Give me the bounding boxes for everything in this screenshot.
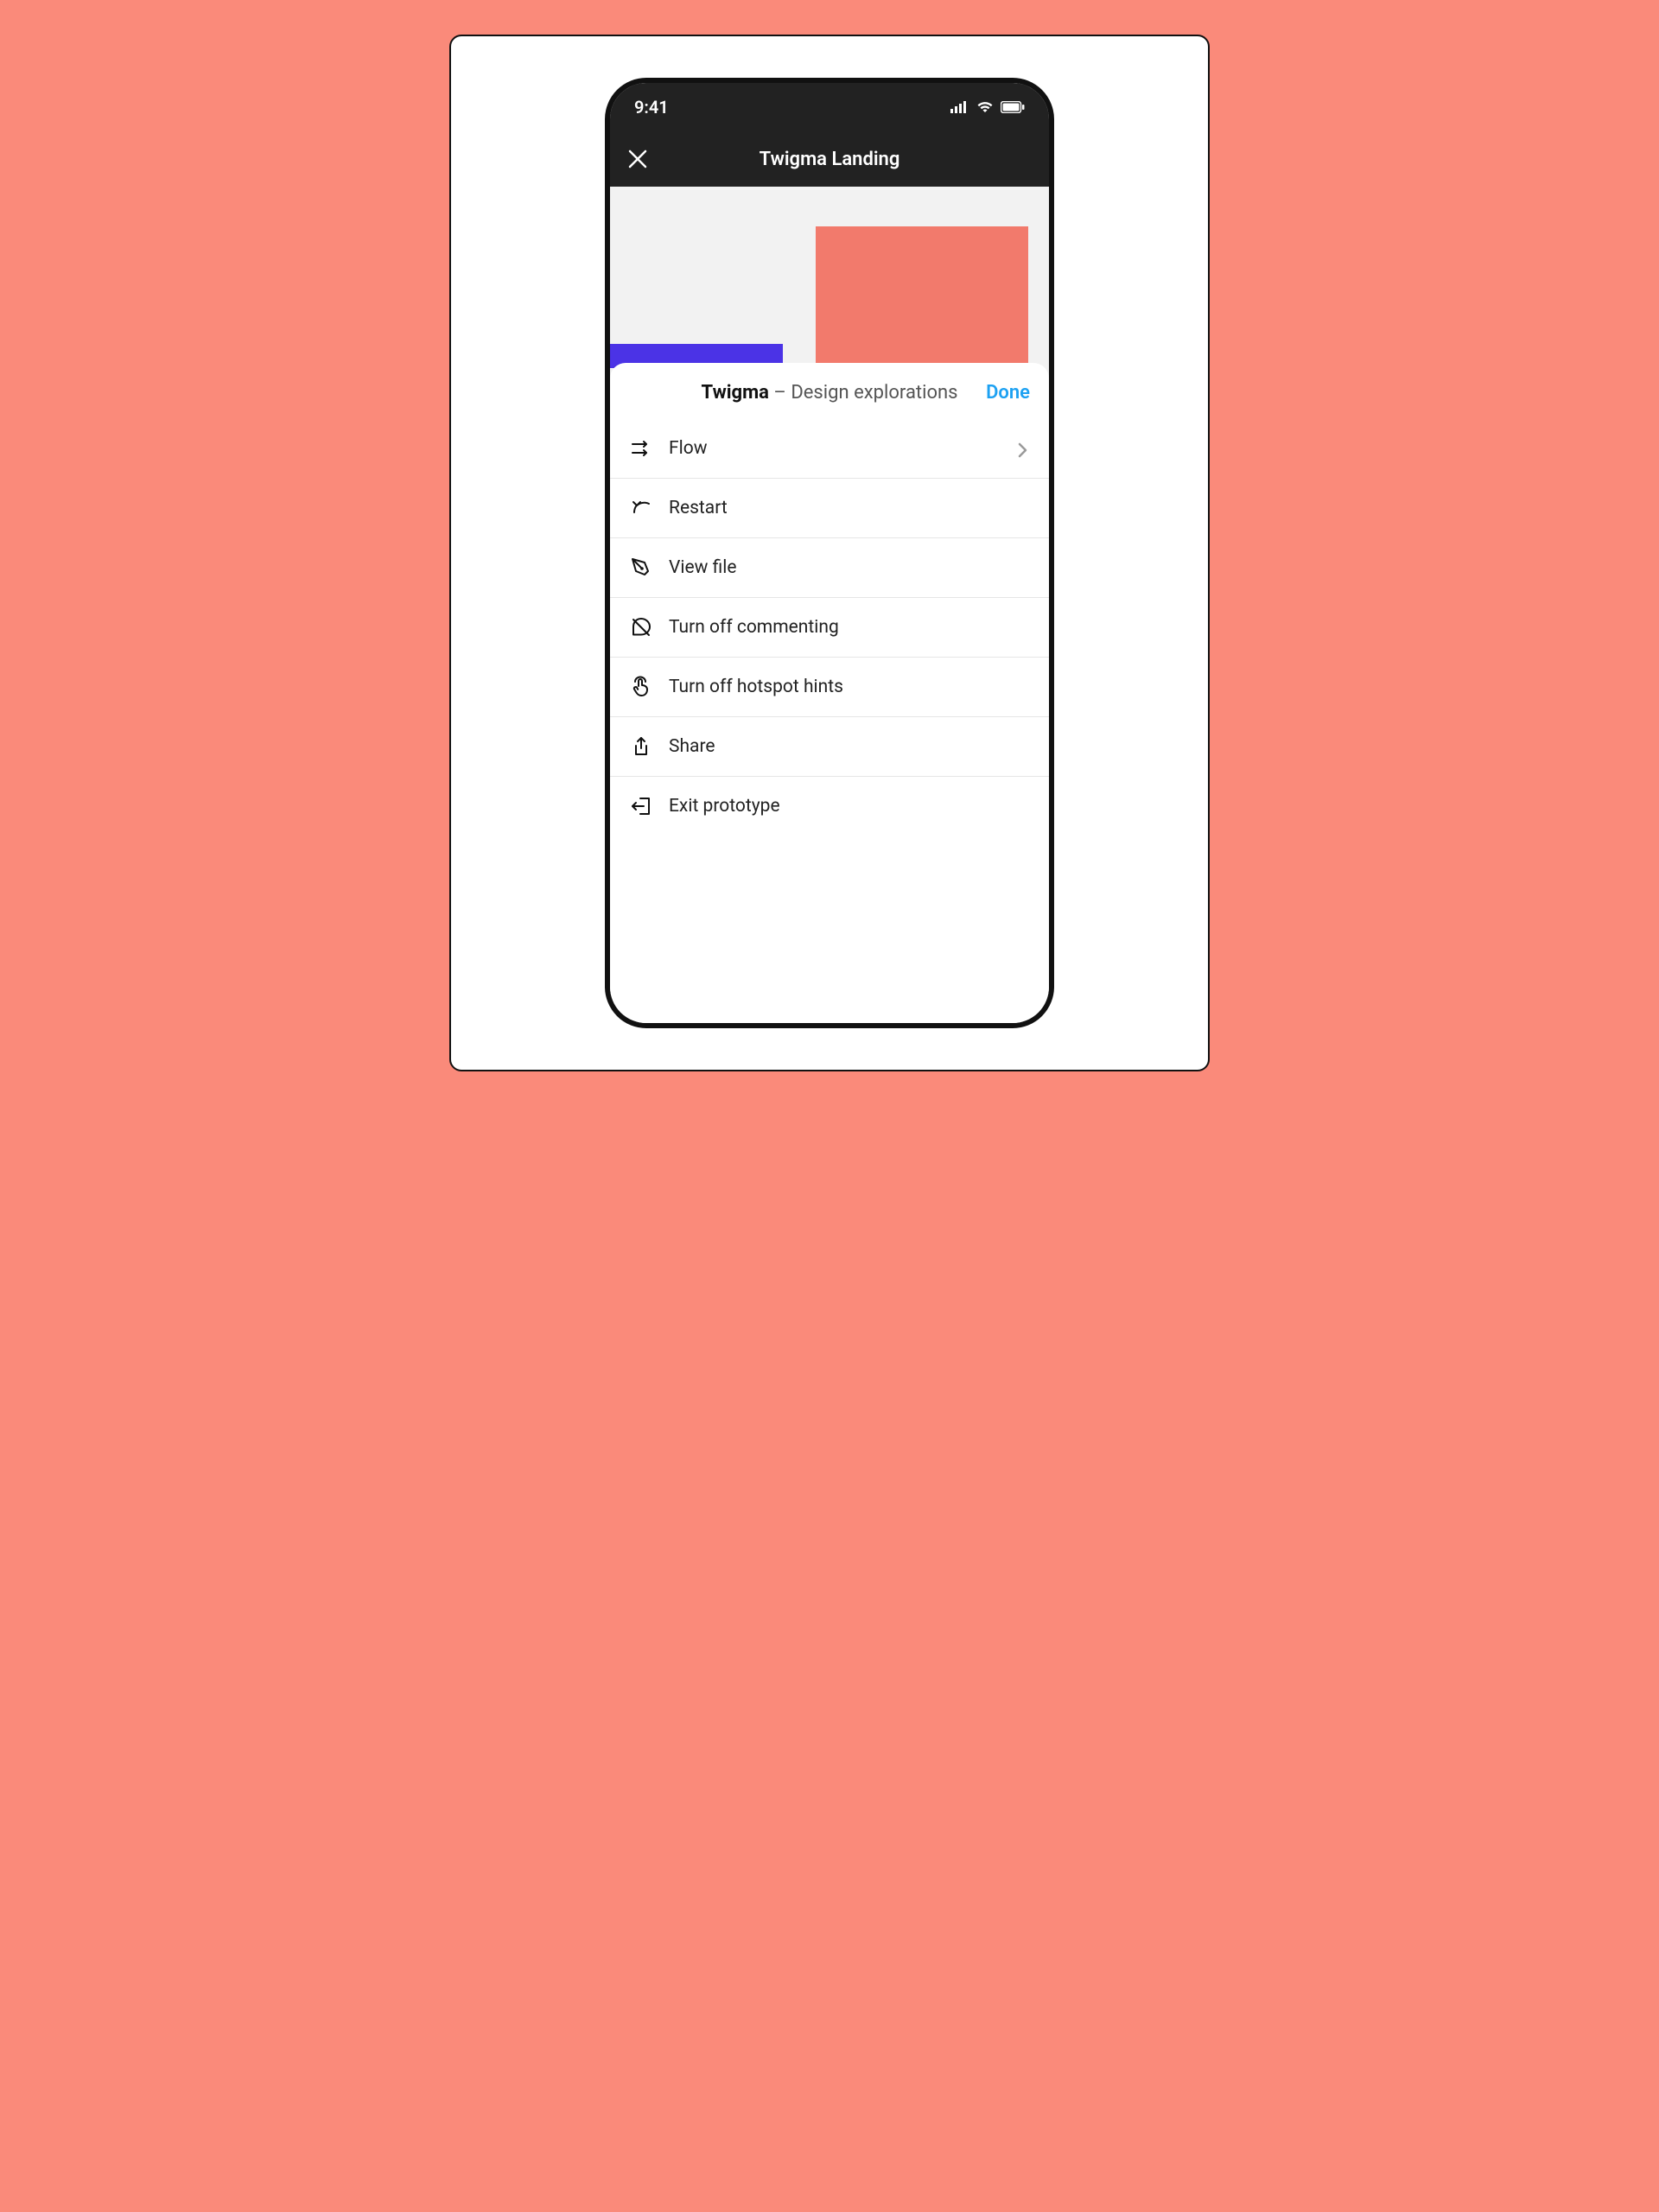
- chevron-right-icon: [1018, 442, 1030, 454]
- menu-item-hotspot[interactable]: Turn off hotspot hints: [610, 658, 1049, 717]
- menu-label: Flow: [669, 438, 1002, 459]
- page-title: Twigma Landing: [610, 149, 1049, 170]
- outer-frame: 9:41: [449, 35, 1210, 1071]
- sheet-title-name: Twigma: [701, 382, 768, 404]
- sheet-title-rest: – Design explorations: [769, 382, 958, 404]
- status-indicators: [950, 101, 1025, 113]
- nav-bar: Twigma Landing: [610, 131, 1049, 187]
- menu-label: Turn off hotspot hints: [669, 677, 1030, 697]
- sheet-title: Twigma – Design explorations: [701, 382, 957, 404]
- menu-label: Share: [669, 736, 1030, 757]
- status-bar: 9:41: [610, 83, 1049, 131]
- battery-icon: [1001, 101, 1025, 113]
- close-button[interactable]: [626, 147, 650, 171]
- hotspot-icon: [629, 675, 653, 699]
- options-sheet: Twigma – Design explorations Done Flow: [610, 363, 1049, 1023]
- menu-label: View file: [669, 557, 1030, 578]
- close-icon: [628, 149, 647, 168]
- exit-icon: [629, 794, 653, 818]
- menu-item-flow[interactable]: Flow: [610, 419, 1049, 479]
- restart-icon: [629, 496, 653, 520]
- share-icon: [629, 734, 653, 759]
- comment-off-icon: [629, 615, 653, 639]
- options-menu: Flow Restart: [610, 419, 1049, 836]
- phone-frame: 9:41: [605, 78, 1054, 1028]
- menu-item-viewfile[interactable]: View file: [610, 538, 1049, 598]
- menu-item-restart[interactable]: Restart: [610, 479, 1049, 538]
- menu-item-share[interactable]: Share: [610, 717, 1049, 777]
- pen-icon: [629, 556, 653, 580]
- menu-item-exit[interactable]: Exit prototype: [610, 777, 1049, 836]
- menu-label: Restart: [669, 498, 1030, 518]
- sheet-header: Twigma – Design explorations Done: [610, 363, 1049, 419]
- menu-label: Turn off commenting: [669, 617, 1030, 638]
- wifi-icon: [976, 101, 994, 113]
- menu-item-commenting[interactable]: Turn off commenting: [610, 598, 1049, 658]
- canvas-shape-coral: [816, 226, 1028, 368]
- flow-icon: [629, 436, 653, 461]
- done-button[interactable]: Done: [986, 382, 1030, 404]
- status-time: 9:41: [634, 97, 669, 118]
- canvas-preview: [610, 187, 1049, 368]
- menu-label: Exit prototype: [669, 796, 1030, 817]
- signal-icon: [950, 101, 969, 113]
